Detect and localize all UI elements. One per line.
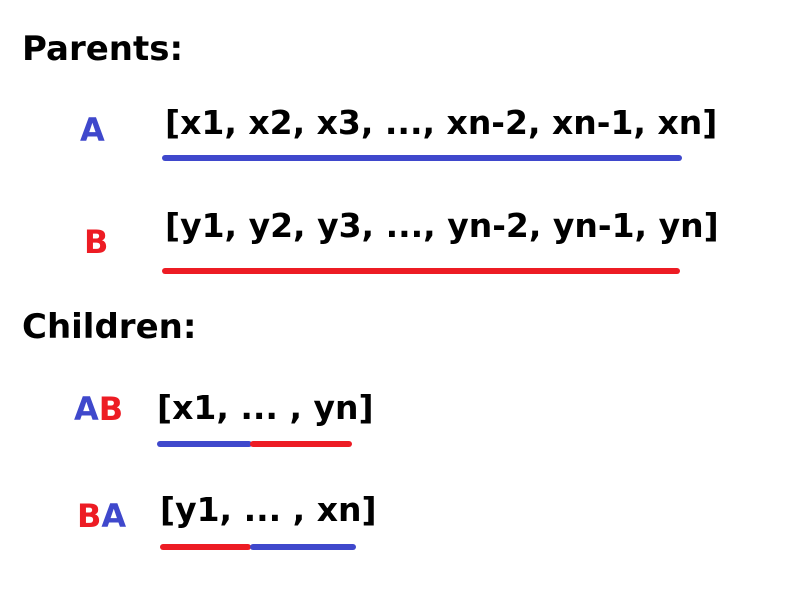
children-heading: Children: — [22, 307, 197, 347]
parent-a-sequence: [x1, x2, x3, ..., xn-2, xn-1, xn] — [165, 103, 718, 142]
parent-b-label: B — [84, 223, 109, 261]
child-ab-label-b: B — [98, 390, 124, 428]
child-ab-label-a: A — [74, 390, 99, 428]
child-ab-sequence: [x1, ... , yn] — [157, 388, 374, 427]
child-ab-underline-red — [250, 441, 352, 447]
child-ba-label-a: A — [101, 497, 127, 535]
child-ab-label: AB — [74, 393, 123, 425]
child-ba-sequence: [y1, ... , xn] — [160, 490, 377, 529]
child-ba-underline-blue — [250, 544, 356, 550]
parents-heading: Parents: — [22, 29, 184, 69]
child-ab-underline-blue — [157, 441, 252, 447]
parent-a-underline — [162, 155, 682, 161]
parent-b-sequence: [y1, y2, y3, ..., yn-2, yn-1, yn] — [165, 206, 719, 245]
child-ba-label: BA — [77, 500, 126, 532]
parent-a-label: A — [80, 111, 105, 149]
child-ba-label-b: B — [77, 497, 102, 535]
parent-b-underline — [162, 268, 680, 274]
child-ba-underline-red — [160, 544, 251, 550]
